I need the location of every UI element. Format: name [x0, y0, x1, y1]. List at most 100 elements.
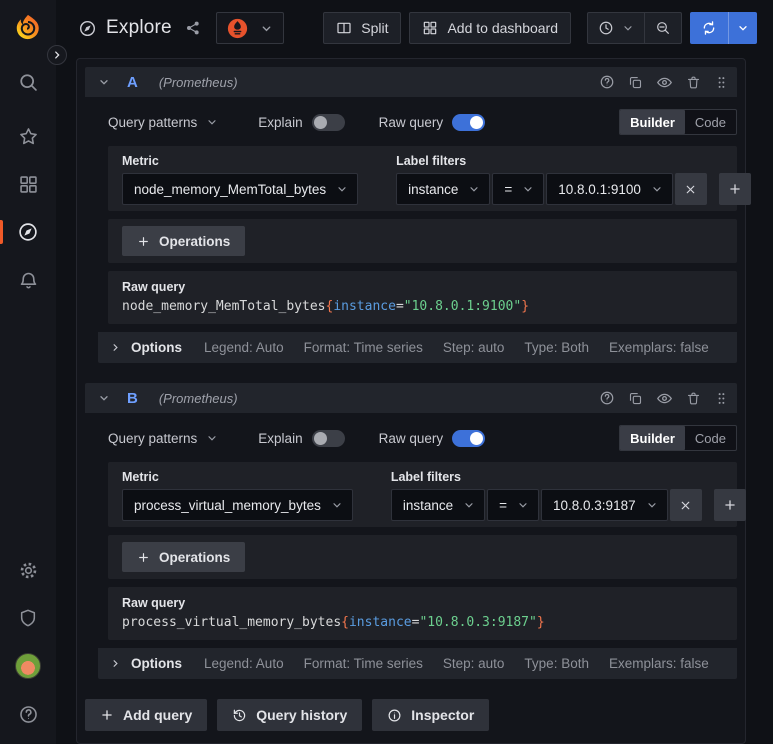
bell-icon	[18, 270, 39, 291]
query-datasource-name: (Prometheus)	[158, 74, 238, 90]
plus-icon	[100, 708, 114, 722]
options-legend: Legend: Auto	[204, 656, 284, 671]
metric-select[interactable]: node_memory_MemTotal_bytes	[122, 173, 359, 205]
metric-label: Metric	[122, 470, 159, 484]
refresh-interval-caret[interactable]	[728, 12, 757, 44]
options-exemplars: Exemplars: false	[608, 656, 709, 671]
sidebar-expand-button[interactable]	[47, 45, 67, 65]
query-help-icon[interactable]	[599, 390, 615, 406]
chevron-down-icon	[468, 183, 480, 195]
remove-query-trash-icon[interactable]	[686, 391, 701, 406]
query-help-icon[interactable]	[599, 74, 615, 90]
sidebar-item-server-admin[interactable]	[0, 594, 56, 642]
add-operations-button[interactable]: Operations	[122, 542, 246, 572]
chevron-right-icon	[110, 342, 121, 353]
drag-handle-icon[interactable]	[714, 391, 729, 406]
code-mode-tab[interactable]: Code	[685, 426, 736, 450]
metric-select[interactable]: process_virtual_memory_bytes	[122, 489, 353, 521]
disable-query-eye-icon[interactable]	[656, 390, 673, 407]
raw-query-preview-label: Raw query	[122, 280, 186, 294]
query-patterns-dropdown[interactable]: Query patterns	[108, 431, 218, 446]
filter-value-select[interactable]: 10.8.0.1:9100	[546, 173, 673, 205]
share-icon[interactable]	[185, 20, 201, 36]
add-filter-button[interactable]	[718, 173, 751, 205]
query-row-header[interactable]: A (Prometheus)	[85, 67, 737, 97]
raw-query-label: Raw query	[378, 430, 444, 446]
editor-mode-switch: Builder Code	[619, 109, 737, 135]
split-panes-icon	[336, 20, 352, 36]
inspector-button[interactable]: Inspector	[372, 699, 490, 731]
sidebar-item-search[interactable]	[0, 58, 56, 106]
options-step: Step: auto	[442, 656, 505, 671]
shield-icon	[18, 608, 38, 628]
add-query-label: Add query	[123, 707, 193, 723]
query-history-button[interactable]: Query history	[217, 699, 363, 731]
filter-operator-select[interactable]: =	[487, 489, 540, 521]
filter-label-select[interactable]: instance	[390, 489, 486, 521]
duplicate-query-icon[interactable]	[628, 75, 643, 90]
filter-operator-value: =	[499, 497, 508, 513]
sidebar-item-alerting[interactable]	[0, 256, 56, 304]
query-row-header[interactable]: B (Prometheus)	[85, 383, 737, 413]
collapse-chevron-icon[interactable]	[98, 76, 110, 88]
raw-query-toggle[interactable]	[452, 429, 486, 447]
query-ref-id[interactable]: B	[127, 390, 138, 407]
chevron-down-icon	[522, 183, 534, 195]
filter-value-select[interactable]: 10.8.0.3:9187	[541, 489, 668, 521]
drag-handle-icon[interactable]	[714, 75, 729, 90]
code-mode-tab[interactable]: Code	[685, 110, 736, 134]
options-label: Options	[131, 340, 182, 355]
query-patterns-label: Query patterns	[108, 430, 198, 446]
raw-query-toggle[interactable]	[452, 113, 486, 131]
query-options-row[interactable]: Options Legend: Auto Format: Time series…	[98, 648, 737, 679]
sidebar-item-profile[interactable]	[0, 642, 56, 690]
dashboard-grid-icon	[422, 20, 438, 36]
chevron-down-icon	[331, 499, 343, 511]
query-options-row[interactable]: Options Legend: Auto Format: Time series…	[98, 332, 737, 363]
add-filter-button[interactable]	[713, 489, 746, 521]
grafana-logo[interactable]	[0, 0, 56, 56]
label-filters-field: Label filters instance =	[396, 154, 751, 205]
datasource-picker[interactable]	[215, 12, 284, 44]
filter-label-select[interactable]: instance	[396, 173, 491, 205]
options-format: Format: Time series	[303, 340, 423, 355]
chevron-down-icon	[517, 499, 529, 511]
query-ref-id[interactable]: A	[127, 74, 138, 91]
time-picker-button[interactable]	[588, 13, 644, 43]
label-filters-label: Label filters	[390, 470, 461, 484]
gear-icon	[18, 560, 39, 581]
remove-query-trash-icon[interactable]	[686, 75, 701, 90]
info-circle-icon	[387, 708, 402, 723]
sidebar-item-dashboards[interactable]	[0, 160, 56, 208]
metric-field: Metric process_virtual_memory_bytes	[122, 470, 353, 521]
remove-filter-button[interactable]	[674, 173, 707, 205]
filter-operator-select[interactable]: =	[492, 173, 545, 205]
chevron-down-icon	[463, 499, 475, 511]
sidebar-item-help[interactable]	[0, 690, 56, 738]
raw-query-text: process_virtual_memory_bytes{instance="1…	[122, 615, 545, 630]
run-query-button[interactable]	[690, 12, 757, 44]
add-to-dashboard-button[interactable]: Add to dashboard	[409, 12, 571, 44]
sidebar-item-settings[interactable]	[0, 546, 56, 594]
duplicate-query-icon[interactable]	[628, 391, 643, 406]
editor-mode-switch: Builder Code	[619, 425, 737, 451]
filter-value: 10.8.0.3:9187	[553, 497, 636, 513]
zoom-out-button[interactable]	[644, 13, 681, 43]
sidebar-item-starred[interactable]	[0, 112, 56, 160]
sidebar-item-explore[interactable]	[0, 208, 56, 256]
explain-toggle[interactable]	[311, 113, 345, 131]
label-filters-label: Label filters	[396, 154, 467, 168]
filter-value: 10.8.0.1:9100	[558, 181, 641, 197]
builder-mode-tab[interactable]: Builder	[620, 110, 685, 134]
explain-toggle[interactable]	[311, 429, 345, 447]
remove-filter-button[interactable]	[669, 489, 702, 521]
split-button[interactable]: Split	[323, 12, 402, 44]
builder-mode-tab[interactable]: Builder	[620, 426, 685, 450]
chevron-down-icon	[651, 183, 663, 195]
plus-icon	[137, 551, 150, 564]
disable-query-eye-icon[interactable]	[656, 74, 673, 91]
collapse-chevron-icon[interactable]	[98, 392, 110, 404]
query-patterns-dropdown[interactable]: Query patterns	[108, 115, 218, 130]
add-query-button[interactable]: Add query	[85, 699, 208, 731]
add-operations-button[interactable]: Operations	[122, 226, 246, 256]
